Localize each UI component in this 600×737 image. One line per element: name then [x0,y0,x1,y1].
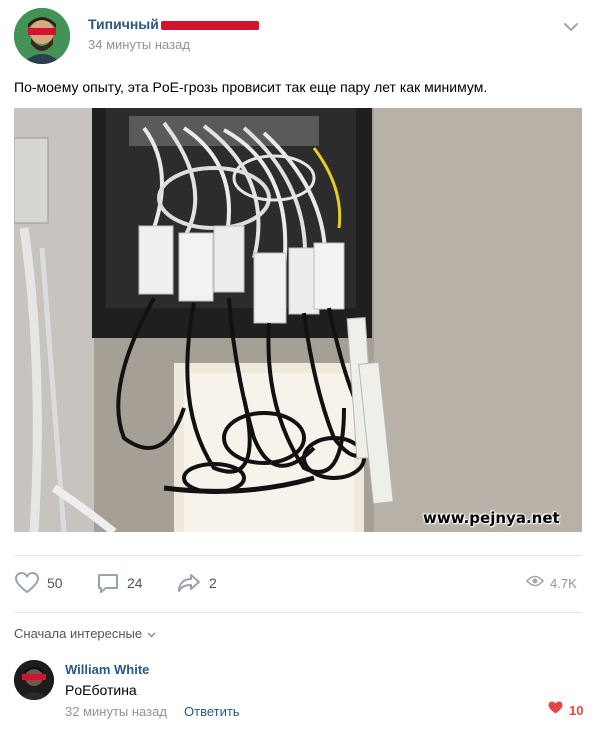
comment-text: PoEботина [65,682,137,698]
comment-like-button[interactable]: 10 [548,701,583,719]
post-text: По-моему опыту, эта PoE-грозь провисит т… [14,79,488,95]
comment-avatar[interactable] [14,660,54,700]
post-photo[interactable] [14,108,582,532]
share-button[interactable]: 2 [176,566,217,600]
author-avatar[interactable] [14,8,70,64]
eye-icon [525,574,545,593]
post-author[interactable]: Типичный [88,16,259,32]
red-heart-icon [548,701,563,719]
chevron-down-icon [142,626,156,641]
share-count: 2 [209,575,217,591]
share-icon [176,571,202,595]
author-redaction [160,20,259,30]
comment-sort-dropdown[interactable]: Сначала интересные [14,626,156,641]
comment-button[interactable]: 24 [96,566,143,600]
like-count: 50 [47,575,63,591]
divider [14,612,582,613]
view-count: 4.7K [550,575,577,591]
reply-button[interactable]: Ответить [184,704,240,719]
comment-count: 24 [127,575,143,591]
post-actions: 50 24 2 4.7K [0,566,600,600]
comment-sort-label: Сначала интересные [14,626,143,641]
watermark: www.pejnya.net [423,509,560,527]
comment-like-count: 10 [569,702,584,718]
post-timestamp: 34 минуты назад [88,37,190,52]
heart-icon [14,571,40,595]
like-button[interactable]: 50 [14,566,63,600]
chevron-down-icon[interactable] [562,20,580,32]
post-author-name: Типичный [88,16,159,32]
post-header: Типичный 34 минуты назад [0,0,600,68]
divider [14,555,582,556]
comment-timestamp: 32 минуты назад [65,704,167,719]
views: 4.7K [525,566,577,600]
comment-icon [96,571,120,595]
comment-author[interactable]: William White [65,662,149,677]
